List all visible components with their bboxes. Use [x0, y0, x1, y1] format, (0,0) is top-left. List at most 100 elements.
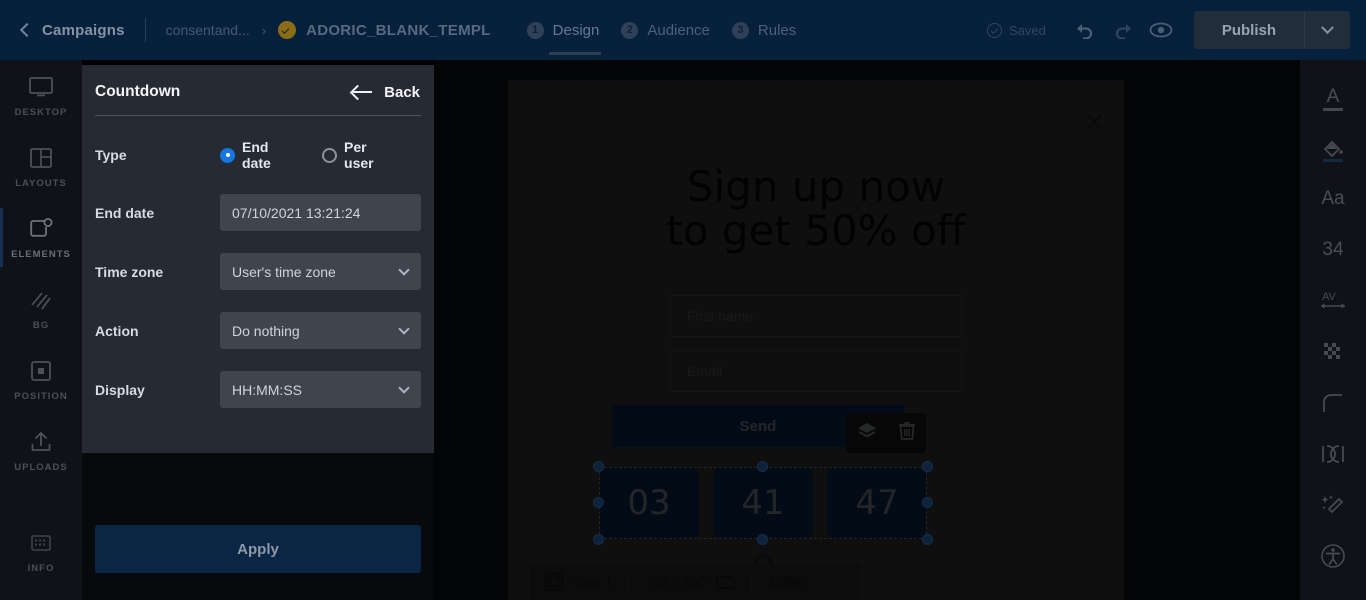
border-radius-icon	[1323, 394, 1342, 412]
action-select[interactable]: Do nothing	[220, 312, 421, 349]
radio-per-user-label: Per user	[344, 139, 374, 171]
status-step[interactable]: 1 Step 1	[544, 572, 612, 592]
back-chevron-icon[interactable]	[16, 21, 34, 39]
status-dimensions: 750 × 500	[645, 575, 736, 590]
undo-button[interactable]	[1068, 13, 1102, 47]
first-name-input[interactable]: First name	[670, 295, 962, 337]
display-select[interactable]: HH:MM:SS	[220, 371, 421, 408]
sidebar-item-desktop[interactable]: DESKTOP	[0, 60, 82, 131]
fill-color-icon	[1323, 140, 1343, 158]
resize-handle-top-center[interactable]	[757, 461, 768, 472]
undo-icon	[1076, 24, 1092, 39]
sidebar-label-position: POSITION	[14, 390, 68, 402]
row-action: Action Do nothing	[82, 312, 434, 349]
panel-divider	[95, 115, 421, 116]
resize-handle-middle-left[interactable]	[593, 497, 604, 508]
apply-button[interactable]: Apply	[95, 525, 421, 573]
back-button-label: Back	[384, 83, 420, 101]
panel-footer: Apply	[82, 453, 434, 600]
resize-handle-bottom-right[interactable]	[922, 534, 933, 545]
font-family-icon: Aa	[1321, 188, 1345, 209]
tab-design[interactable]: 1 Design	[526, 21, 601, 55]
email-input[interactable]: Email	[670, 350, 962, 392]
elements-icon	[28, 216, 54, 242]
label-time-zone: Time zone	[95, 263, 164, 280]
font-size-button[interactable]: 34	[1310, 227, 1356, 273]
effects-button[interactable]	[1310, 482, 1356, 528]
publish-dropdown-button[interactable]	[1304, 11, 1350, 49]
accessibility-button[interactable]	[1310, 533, 1356, 579]
radio-end-date[interactable]: End date	[220, 139, 300, 171]
label-end-date: End date	[95, 204, 155, 221]
label-display: Display	[95, 381, 145, 398]
aspect-ratio-icon[interactable]	[716, 575, 736, 589]
chevron-down-icon	[398, 323, 410, 335]
status-zoom-label: 100%	[768, 574, 803, 590]
sidebar-item-info[interactable]: INFO	[0, 516, 82, 587]
sidebar-item-position[interactable]: POSITION	[0, 344, 82, 415]
sidebar-label-uploads: UPLOADS	[14, 461, 68, 473]
resize-handle-bottom-center[interactable]	[757, 534, 768, 545]
text-color-button[interactable]: A	[1310, 74, 1356, 120]
layouts-icon	[29, 145, 53, 171]
svg-text:1: 1	[549, 580, 554, 589]
status-check-badge-icon	[278, 21, 297, 39]
label-action: Action	[95, 322, 139, 339]
row-type: Type End date Per user	[82, 138, 434, 172]
radio-per-user[interactable]: Per user	[322, 139, 399, 171]
padding-button[interactable]	[1310, 431, 1356, 477]
breadcrumb-current: ADORIC_BLANK_TEMPL	[306, 21, 491, 39]
headline-line-2: to get 50% off	[666, 206, 966, 256]
preview-button[interactable]	[1144, 13, 1178, 47]
end-date-input[interactable]: 07/10/2021 13:21:24	[220, 194, 421, 231]
publish-button[interactable]: Publish	[1194, 11, 1304, 49]
sidebar-item-bg[interactable]: BG	[0, 273, 82, 344]
layers-button[interactable]	[856, 421, 878, 446]
close-icon[interactable]	[1084, 112, 1104, 132]
row-time-zone: Time zone User's time zone	[82, 253, 434, 290]
countdown-panel-header: Countdown Back	[82, 65, 434, 101]
position-icon	[29, 358, 53, 384]
resize-handle-top-left[interactable]	[593, 461, 604, 472]
breadcrumb-parent[interactable]: consentand...	[166, 22, 250, 38]
time-zone-value: User's time zone	[232, 263, 336, 280]
saved-indicator: Saved	[986, 22, 1046, 38]
sidebar-label-bg: BG	[32, 319, 50, 331]
selection-outline	[599, 467, 927, 539]
breadcrumb-campaigns[interactable]: Campaigns	[42, 22, 125, 39]
sidebar-item-layouts[interactable]: LAYOUTS	[0, 131, 82, 202]
eye-icon	[1149, 22, 1173, 38]
svg-text:AV: AV	[1322, 291, 1337, 303]
sidebar-item-uploads[interactable]: UPLOADS	[0, 415, 82, 486]
top-header: Campaigns consentand... › ADORIC_BLANK_T…	[0, 0, 1366, 60]
border-radius-button[interactable]	[1310, 380, 1356, 426]
tab-rules[interactable]: 3 Rules	[731, 21, 796, 39]
resize-handle-bottom-left[interactable]	[593, 534, 604, 545]
back-button[interactable]: Back	[352, 84, 420, 101]
resize-handle-top-right[interactable]	[922, 461, 933, 472]
element-toolbar	[846, 413, 926, 453]
status-zoom[interactable]: 100%	[768, 575, 803, 590]
radio-end-date-indicator	[220, 147, 235, 163]
breadcrumb-arrow-icon: ›	[261, 22, 267, 38]
fill-color-button[interactable]	[1310, 125, 1356, 171]
canvas-area: Sign up now to get 50% off First name Em…	[434, 60, 1300, 600]
popup-headline: Sign up now to get 50% off	[508, 164, 1124, 256]
sidebar-item-elements[interactable]: ELEMENTS	[0, 202, 82, 273]
app-root: Campaigns consentand... › ADORIC_BLANK_T…	[0, 0, 1366, 600]
countdown-element[interactable]: 03 41 47	[593, 461, 933, 565]
resize-handle-middle-right[interactable]	[922, 497, 933, 508]
delete-button[interactable]	[898, 421, 916, 446]
label-type: Type	[95, 147, 127, 163]
text-color-icon: A	[1326, 86, 1340, 107]
status-divider	[628, 572, 630, 592]
font-family-button[interactable]: Aa	[1310, 176, 1356, 222]
opacity-button[interactable]	[1310, 329, 1356, 375]
accessibility-icon	[1321, 544, 1345, 568]
tab-audience-label: Audience	[647, 21, 710, 39]
letter-spacing-button[interactable]: AV	[1310, 278, 1356, 324]
redo-button[interactable]	[1106, 13, 1140, 47]
status-divider	[751, 572, 753, 592]
time-zone-select[interactable]: User's time zone	[220, 253, 421, 290]
tab-audience[interactable]: 2 Audience	[621, 21, 710, 39]
